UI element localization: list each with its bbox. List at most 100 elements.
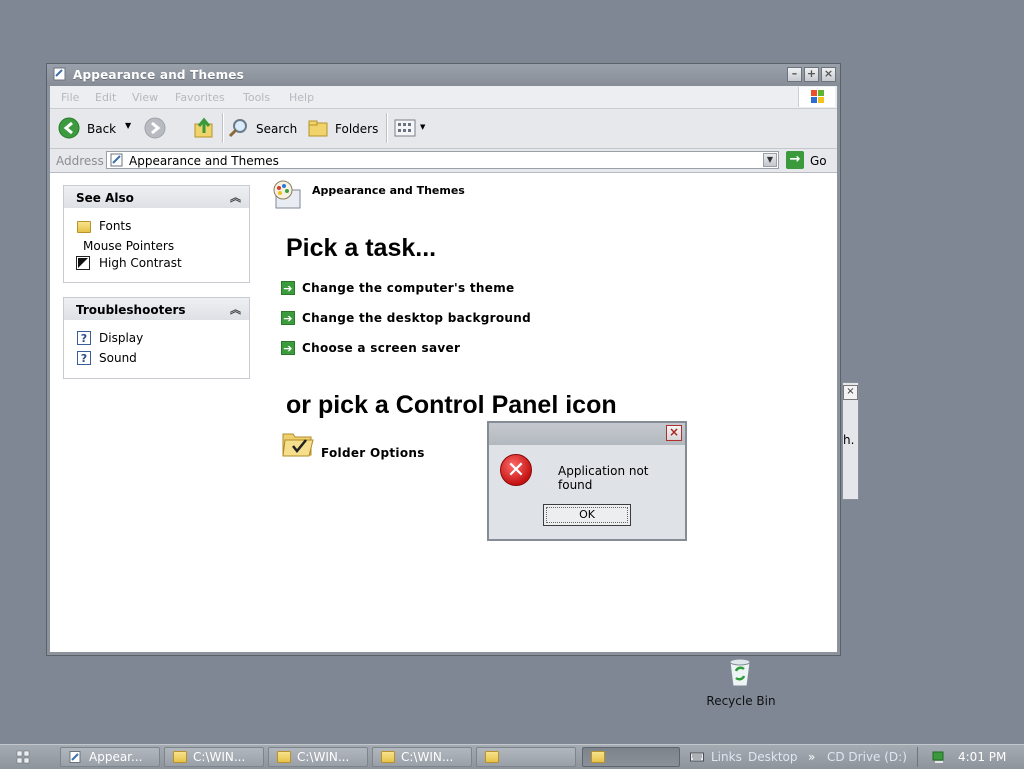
address-label: Address [56,154,104,168]
taskbar-button-folder-4[interactable] [476,747,576,767]
forward-arrow-icon[interactable] [144,117,166,139]
taskbar-label: Appear... [89,750,143,764]
go-arrow-icon: → [786,151,804,169]
recycle-bin-icon[interactable] [725,656,755,688]
fonts-folder-icon [77,221,91,233]
taskbar-label: C:\WIN... [193,750,246,764]
troubleshooter-sound[interactable]: Sound [99,351,137,365]
help-icon: ? [77,331,91,345]
back-button[interactable]: Back [87,122,116,136]
dialog-message: Application not found [558,464,649,492]
green-arrow-icon: ➔ [281,281,295,295]
menu-favorites[interactable]: Favorites [175,91,225,104]
folder-icon [591,751,605,763]
control-panel-icon [53,67,66,81]
go-label: Go [810,154,827,168]
taskbar-button-appearance[interactable]: Appear... [60,747,160,767]
address-bar: Address Appearance and Themes ▼ → Go [50,149,837,173]
start-menu-icon[interactable] [14,749,32,765]
green-arrow-icon: ➔ [281,311,295,325]
minimize-button[interactable]: – [787,67,802,82]
folder-icon [485,751,499,763]
dialog-title-bar[interactable]: × [489,423,685,445]
control-panel-icon [69,751,81,763]
windows-logo-icon [798,87,835,107]
help-icon: ? [77,351,91,365]
folders-button[interactable]: Folders [335,122,378,136]
menu-edit[interactable]: Edit [95,91,116,104]
see-also-title: See Also [76,191,134,205]
control-panel-icon [110,153,123,167]
troubleshooters-header[interactable]: Troubleshooters ︽ [64,298,249,320]
pick-task-heading: Pick a task... [286,234,437,262]
see-also-panel: See Also ︽ Fonts Mouse Pointers High Con… [63,185,250,283]
views-icon[interactable] [394,119,416,137]
folder-icon [381,751,395,763]
svg-text:?: ? [81,352,87,365]
network-tray-icon[interactable] [931,750,947,764]
collapse-chevron-icon[interactable]: ︽ [230,301,241,317]
background-window-close-button[interactable]: × [843,385,858,400]
task-label: Change the computer's theme [302,281,515,295]
window-title: Appearance and Themes [73,68,244,82]
address-dropdown-icon[interactable]: ▼ [763,153,777,167]
keyboard-icon[interactable] [690,751,704,763]
address-value: Appearance and Themes [129,154,279,168]
menu-help[interactable]: Help [289,91,314,104]
troubleshooters-panel: Troubleshooters ︽ ? Display ? Sound [63,297,250,379]
maximize-button[interactable]: + [804,67,819,82]
content-area: See Also ︽ Fonts Mouse Pointers High Con… [50,173,837,652]
chevron-more-icon[interactable]: » [808,750,815,764]
cd-drive-link[interactable]: CD Drive (D:) [827,750,907,764]
taskbar-label: C:\WIN... [297,750,350,764]
up-folder-icon[interactable] [192,116,216,140]
menu-bar: File Edit View Favorites Tools Help [50,86,837,109]
views-dropdown-icon[interactable]: ▼ [420,123,425,131]
taskbar-button-folder-3[interactable]: C:\WIN... [372,747,472,767]
links-toolbar[interactable]: Links [711,750,742,764]
ok-button[interactable]: OK [543,504,631,526]
see-also-header[interactable]: See Also ︽ [64,186,249,208]
troubleshooter-display[interactable]: Display [99,331,143,345]
error-icon: ✕ [500,454,532,486]
taskbar-button-folder-2[interactable]: C:\WIN... [268,747,368,767]
svg-text:?: ? [81,332,87,345]
address-field[interactable]: Appearance and Themes ▼ [106,151,779,169]
error-dialog: × ✕ Application not found OK [487,421,687,541]
taskbar-button-folder-1[interactable]: C:\WIN... [164,747,264,767]
collapse-chevron-icon[interactable]: ︽ [230,189,241,205]
green-arrow-icon: ➔ [281,341,295,355]
folder-icon [173,751,187,763]
high-contrast-icon [76,256,90,270]
menu-tools[interactable]: Tools [243,91,270,104]
back-dropdown-icon[interactable]: ▼ [125,121,131,130]
folder-options-icon[interactable] [281,428,315,458]
taskbar-button-folder-active[interactable] [582,747,680,767]
see-also-high-contrast[interactable]: High Contrast [99,256,182,270]
folders-icon[interactable] [308,118,330,138]
taskbar: Appear... C:\WIN... C:\WIN... C:\WIN... … [0,744,1024,769]
folder-icon [277,751,291,763]
back-arrow-icon[interactable] [58,117,80,139]
close-button[interactable]: × [821,67,836,82]
menu-file[interactable]: File [61,91,79,104]
appearance-themes-icon [273,180,301,209]
search-icon[interactable] [228,117,250,139]
menu-view[interactable]: View [132,91,158,104]
taskbar-label: C:\WIN... [401,750,454,764]
task-label: Choose a screen saver [302,341,461,355]
title-bar[interactable]: Appearance and Themes – + × [47,64,840,86]
clock: 4:01 PM [958,750,1007,764]
see-also-fonts[interactable]: Fonts [99,219,131,233]
dialog-close-button[interactable]: × [666,425,682,441]
background-window: × h. [842,382,859,500]
pick-icon-heading: or pick a Control Panel icon [286,391,617,419]
folder-options-label[interactable]: Folder Options [321,446,425,460]
troubleshooters-title: Troubleshooters [76,303,186,317]
recycle-bin-label[interactable]: Recycle Bin [700,694,782,708]
category-title: Appearance and Themes [312,184,465,197]
search-button[interactable]: Search [256,122,297,136]
desktop-link[interactable]: Desktop [748,750,798,764]
background-window-text: h. [843,433,855,447]
see-also-mouse-pointers[interactable]: Mouse Pointers [83,239,174,253]
